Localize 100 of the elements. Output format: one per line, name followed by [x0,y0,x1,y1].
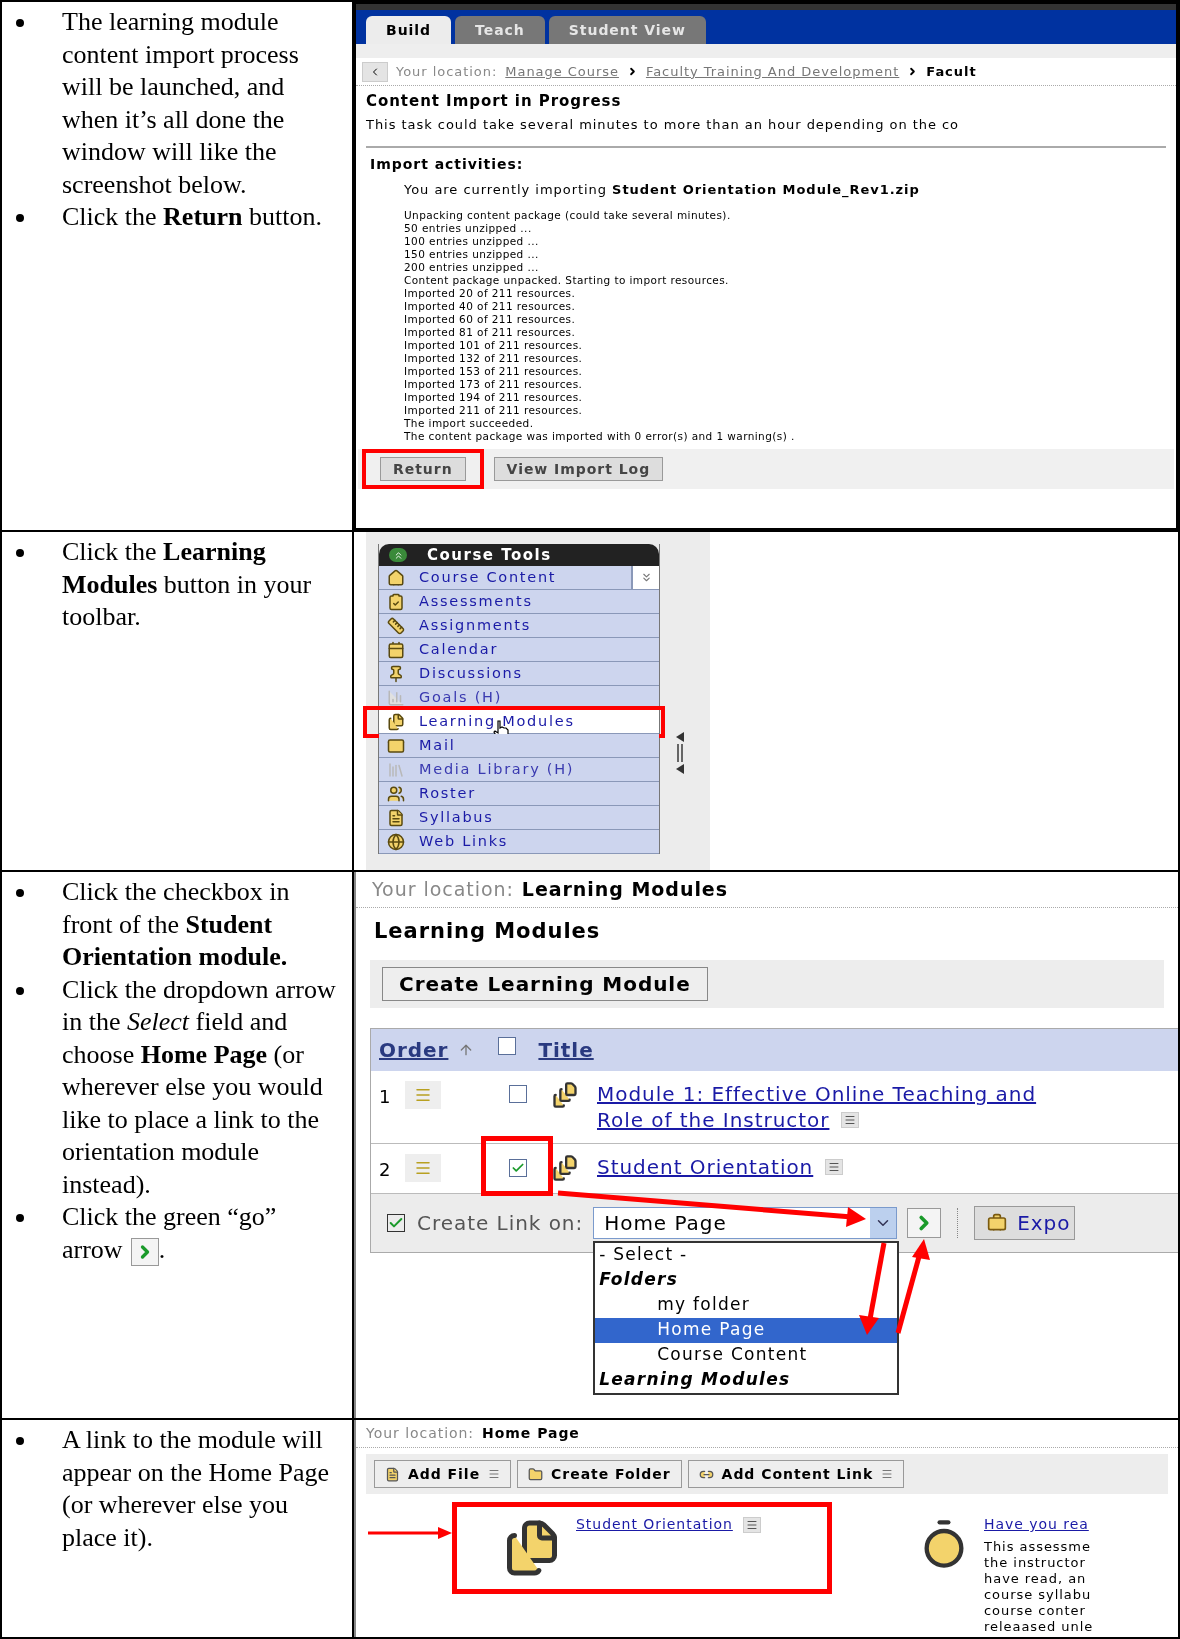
bullet-icon [16,1214,24,1222]
go-button[interactable] [907,1207,942,1238]
option-group-label: Learning Modules [598,1368,792,1392]
breadcrumb-link[interactable]: Manage Course [505,61,619,82]
folder-icon [528,1466,544,1482]
toolbar-button[interactable]: Create Folder [517,1460,682,1488]
menu-icon[interactable] [742,1516,761,1533]
documents-icon [387,712,405,731]
house-icon [387,568,405,587]
column-header-link[interactable]: Order [379,1034,449,1065]
log-line: Imported 40 of 211 resources. [404,300,577,313]
breadcrumb-current: Facult [926,62,977,81]
module-link[interactable]: Student Orientation [597,1153,814,1180]
bullet-icon [16,549,24,557]
panel-title: Course Tools [427,544,552,566]
bullet-icon [16,19,24,27]
page-heading: Learning Modules [373,918,602,945]
calendar-icon [387,640,405,659]
action-button[interactable]: Return [380,457,466,482]
location-label: Your location: [366,1424,475,1443]
select-all-checkbox[interactable] [498,1037,517,1055]
expand-button[interactable] [631,566,659,589]
menu-icon[interactable] [825,1158,844,1175]
link-label: Create Link on: [417,1209,584,1237]
tool-item[interactable]: Learning Modules [379,710,659,734]
module-link[interactable]: Module 1: Effective Online Teaching and [597,1080,1037,1107]
option-group-label: Folders [598,1268,680,1292]
log-line: Imported 194 of 211 resources. [404,391,584,404]
tool-item[interactable]: Web Links [379,830,659,854]
log-line: Imported 20 of 211 resources. [404,287,577,300]
dropdown-option[interactable]: Home Page [595,1317,898,1343]
bullet-icon [16,889,24,897]
item-link[interactable]: Have you rea [984,1514,1089,1535]
tab[interactable]: Teach [455,16,545,44]
log-line: Imported 101 of 211 resources. [404,339,584,352]
log-line: The import succeeded. [404,417,535,430]
checkbox[interactable] [509,1158,527,1177]
column-header-link[interactable]: Title [538,1034,594,1065]
location-label: Your location: [372,877,514,903]
tool-item[interactable]: Course Content [379,566,659,590]
clipboard-icon [387,592,405,611]
globe-icon [387,832,405,851]
lines-icon [745,1518,758,1531]
toolbar-button[interactable]: Add Content Link [687,1460,905,1488]
instruction-text: Click the green “go” arrow . [62,1201,278,1266]
log-line: Content package unpacked. Starting to import resources. [404,274,730,287]
tool-item[interactable]: Roster [379,782,659,806]
importing-text: You are currently importing Student Orientation Module_Rev1.zip [404,182,920,197]
tab[interactable]: Student View [548,16,706,44]
item-link[interactable]: Student Orientation [576,1514,733,1535]
instruction-text: Click the Learning Modules button in your toolbar. [62,537,312,631]
toolbar-button[interactable]: Add File [374,1460,512,1488]
lines-icon [844,1113,857,1126]
document-icon [387,808,405,827]
select-field[interactable]: Home Page [593,1206,898,1239]
menu-icon[interactable] [488,1468,501,1480]
item-description: This assessme the instructor have read, an course syllabu course conter releaased unle [984,1539,1094,1635]
dropdown-option[interactable]: Course Content [595,1342,898,1368]
tool-item[interactable]: Assessments [379,590,659,614]
instruction-text: Click the dropdown arrow in the Select field and choose Home Page (or wherever else you would like to place a link to the orientation module instead). [62,974,336,1199]
location-label: Your location: [396,62,498,81]
library-icon [387,760,405,779]
create-module-button[interactable]: Create Learning Module [382,966,708,1001]
log-line: Imported 173 of 211 resources. [404,378,584,391]
log-line: 150 entries unzipped ... [404,248,540,261]
reorder-icon[interactable] [405,1080,441,1109]
log-line: Imported 60 of 211 resources. [404,313,577,326]
order-number: 2 [379,1157,393,1182]
instruction-text: A link to the module will appear on the Home Page (or wherever else you place it). [62,1425,330,1552]
collapse-icon[interactable] [389,548,407,562]
pushpin-icon [387,664,405,683]
tool-item[interactable]: Mail [379,734,659,758]
tool-item[interactable]: Syllabus [379,806,659,830]
ruler-icon [387,616,405,635]
pointer-arrow-icon [368,1526,452,1540]
tab[interactable]: Build [366,16,452,44]
lines-icon [828,1160,841,1173]
menu-icon[interactable] [881,1468,894,1480]
description-text: This task could take several minutes to more than an hour depending on the co [366,115,960,134]
module-link[interactable]: Role of the Instructor [597,1106,830,1133]
tool-item[interactable]: Media Library (H) [379,758,659,782]
tool-item[interactable]: Calendar [379,638,659,662]
reorder-icon[interactable] [405,1153,441,1182]
dropdown-option[interactable]: my folder [595,1292,898,1318]
log-line: Imported 132 of 211 resources. [404,352,584,365]
menu-icon[interactable] [841,1111,860,1128]
action-button[interactable]: View Import Log [493,457,664,482]
order-number: 1 [379,1084,393,1109]
tool-item[interactable]: Assignments [379,614,659,638]
log-line: Imported 81 of 211 resources. [404,326,577,339]
checkbox[interactable] [509,1084,527,1103]
checked-box-icon [387,1213,405,1232]
tool-item[interactable]: Discussions [379,662,659,686]
back-button[interactable] [362,61,388,82]
breadcrumb-link[interactable]: Faculty Training And Development [645,61,900,82]
log-line: 200 entries unzipped ... [404,261,540,274]
envelope-icon [387,736,405,755]
export-button[interactable]: Expo [974,1205,1076,1240]
instruction-text: Click the checkbox in front of the Student Orientation module. [62,877,290,971]
dropdown-option[interactable]: - Select - [595,1242,898,1268]
